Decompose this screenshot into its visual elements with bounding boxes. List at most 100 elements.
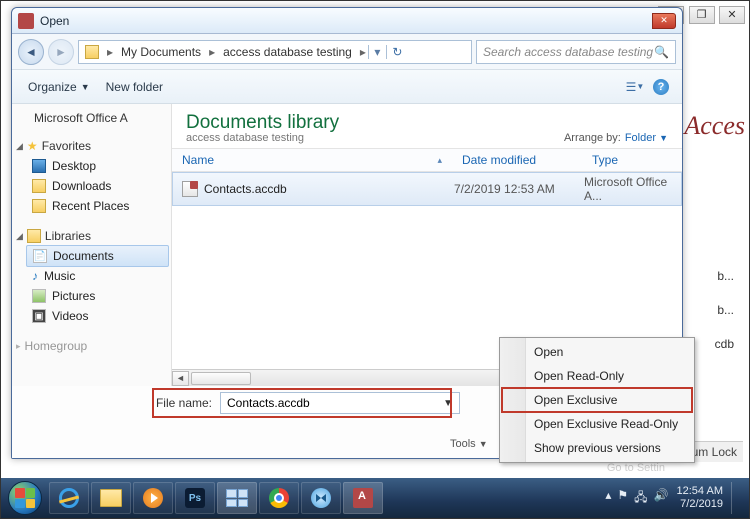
taskbar-ie[interactable] [49, 482, 89, 514]
dialog-toolbar: Organize ▼ New folder ☰ ▼ ? [12, 70, 682, 104]
chevron-right-icon: ▸ [207, 45, 217, 59]
menu-open[interactable]: Open [502, 340, 692, 364]
taskbar-teamviewer[interactable] [301, 482, 341, 514]
tray-volume-icon[interactable]: 🔊 [654, 488, 669, 509]
help-icon: ? [653, 79, 669, 95]
column-headers[interactable]: Name▴ Date modified Type [172, 148, 682, 172]
view-options-button[interactable]: ☰ ▼ [622, 76, 648, 98]
file-row[interactable]: Contacts.accdb 7/2/2019 12:53 AM Microso… [172, 172, 682, 206]
file-date: 7/2/2019 12:53 AM [454, 182, 584, 196]
taskbar-access[interactable] [343, 482, 383, 514]
bg-recent-item: cdb [715, 337, 734, 351]
breadcrumb-seg-1[interactable]: My Documents [115, 41, 207, 63]
new-folder-button[interactable]: New folder [98, 76, 171, 98]
folder-icon [32, 179, 46, 193]
caret-down-icon: ◢ [16, 231, 23, 242]
access-icon [16, 111, 30, 125]
filename-label: File name: [152, 396, 212, 410]
music-icon: ♪ [32, 269, 38, 283]
chevron-down-icon: ▼ [659, 133, 668, 143]
taskbar-photoshop[interactable]: Ps [175, 482, 215, 514]
breadcrumb[interactable]: ▸ My Documents ▸ access database testing… [78, 40, 472, 64]
sidebar-access-link[interactable]: Microsoft Office A [12, 108, 171, 128]
menu-show-previous-versions[interactable]: Show previous versions [502, 436, 692, 460]
tray-date: 7/2/2019 [677, 498, 723, 511]
search-icon[interactable]: 🔍 [654, 45, 669, 59]
library-title: Documents library [186, 112, 339, 134]
chevron-down-icon: ▼ [479, 439, 488, 449]
organize-button[interactable]: Organize ▼ [20, 76, 98, 98]
sidebar-item-videos[interactable]: ▣Videos [12, 306, 171, 326]
search-placeholder: Search access database testing [483, 45, 653, 59]
document-icon: 📄 [33, 249, 47, 263]
videos-icon: ▣ [32, 309, 46, 323]
caret-down-icon: ◢ [16, 141, 23, 152]
folder-icon [100, 489, 122, 507]
caret-right-icon: ▸ [16, 341, 21, 352]
dialog-titlebar[interactable]: Open [12, 8, 682, 34]
sidebar-group-favorites[interactable]: ◢★Favorites [12, 136, 171, 156]
ie-icon [59, 488, 79, 508]
star-icon: ★ [27, 139, 38, 153]
folder-icon [32, 199, 46, 213]
nav-back-button[interactable]: ◄ [18, 39, 44, 65]
nav-sidebar: Microsoft Office A ◢★Favorites Desktop D… [12, 104, 172, 386]
sidebar-item-pictures[interactable]: Pictures [12, 286, 171, 306]
breadcrumb-dropdown[interactable]: ▾ [368, 45, 386, 59]
bg-close-icon: ✕ [719, 6, 745, 24]
bg-access-title: Acces [684, 111, 745, 141]
desktop-icon [32, 159, 46, 173]
accdb-file-icon [182, 181, 198, 197]
refresh-button[interactable]: ↻ [386, 45, 408, 59]
breadcrumb-seg-2[interactable]: access database testing [217, 41, 358, 63]
sidebar-item-downloads[interactable]: Downloads [12, 176, 171, 196]
taskbar-wmp[interactable] [133, 482, 173, 514]
sidebar-item-music[interactable]: ♪Music [12, 266, 171, 286]
sidebar-group-libraries[interactable]: ◢Libraries [12, 226, 171, 246]
scroll-thumb[interactable] [191, 372, 251, 385]
tray-network-icon[interactable]: 🖧 [634, 488, 647, 509]
sidebar-item-documents[interactable]: 📄Documents [26, 245, 169, 267]
bg-recent-item: b... [717, 269, 734, 283]
column-type[interactable]: Type [582, 149, 682, 171]
photoshop-icon: Ps [185, 488, 205, 508]
bg-restore-icon: ❐ [689, 6, 715, 24]
column-date[interactable]: Date modified [452, 149, 582, 171]
access-icon [18, 13, 34, 29]
tools-button[interactable]: Tools ▼ [450, 438, 488, 450]
filename-value: Contacts.accdb [227, 396, 310, 410]
taskbar-thumbnails[interactable] [217, 482, 257, 514]
breadcrumb-root-icon[interactable] [79, 41, 105, 63]
help-button[interactable]: ? [648, 76, 674, 98]
scroll-left-icon[interactable]: ◄ [172, 371, 189, 386]
taskbar-explorer[interactable] [91, 482, 131, 514]
tray-flag-icon[interactable]: ⚑ [617, 488, 628, 509]
show-desktop-button[interactable] [731, 482, 739, 514]
filename-input[interactable]: Contacts.accdb ▼ [220, 392, 460, 414]
menu-open-readonly[interactable]: Open Read-Only [502, 364, 692, 388]
tray-time: 12:54 AM [677, 485, 723, 498]
start-button[interactable] [5, 478, 45, 518]
sort-asc-icon: ▴ [437, 155, 442, 166]
tray-show-hidden-icon[interactable]: ▴ [605, 488, 611, 509]
menu-open-exclusive-readonly[interactable]: Open Exclusive Read-Only [502, 412, 692, 436]
chevron-down-icon: ▼ [81, 82, 90, 92]
wmp-icon [143, 488, 163, 508]
nav-forward-button[interactable]: ► [48, 39, 74, 65]
menu-open-exclusive[interactable]: Open Exclusive [502, 388, 692, 412]
taskbar-chrome[interactable] [259, 482, 299, 514]
arrange-by-control[interactable]: Arrange by: Folder ▼ [564, 132, 668, 144]
system-tray[interactable]: ▴ ⚑ 🖧 🔊 12:54 AM 7/2/2019 [605, 482, 745, 514]
sidebar-group-homegroup[interactable]: ▸Homegroup [12, 336, 171, 356]
arrange-by-label: Arrange by: [564, 132, 621, 144]
libraries-icon [27, 229, 41, 243]
column-name[interactable]: Name▴ [172, 149, 452, 171]
tray-clock[interactable]: 12:54 AM 7/2/2019 [677, 485, 723, 511]
sidebar-item-recent[interactable]: Recent Places [12, 196, 171, 216]
sidebar-item-desktop[interactable]: Desktop [12, 156, 171, 176]
search-input[interactable]: Search access database testing 🔍 [476, 40, 676, 64]
dialog-close-button[interactable] [652, 13, 676, 29]
chevron-down-icon[interactable]: ▼ [443, 398, 453, 409]
pictures-icon [32, 289, 46, 303]
access-icon [353, 488, 373, 508]
